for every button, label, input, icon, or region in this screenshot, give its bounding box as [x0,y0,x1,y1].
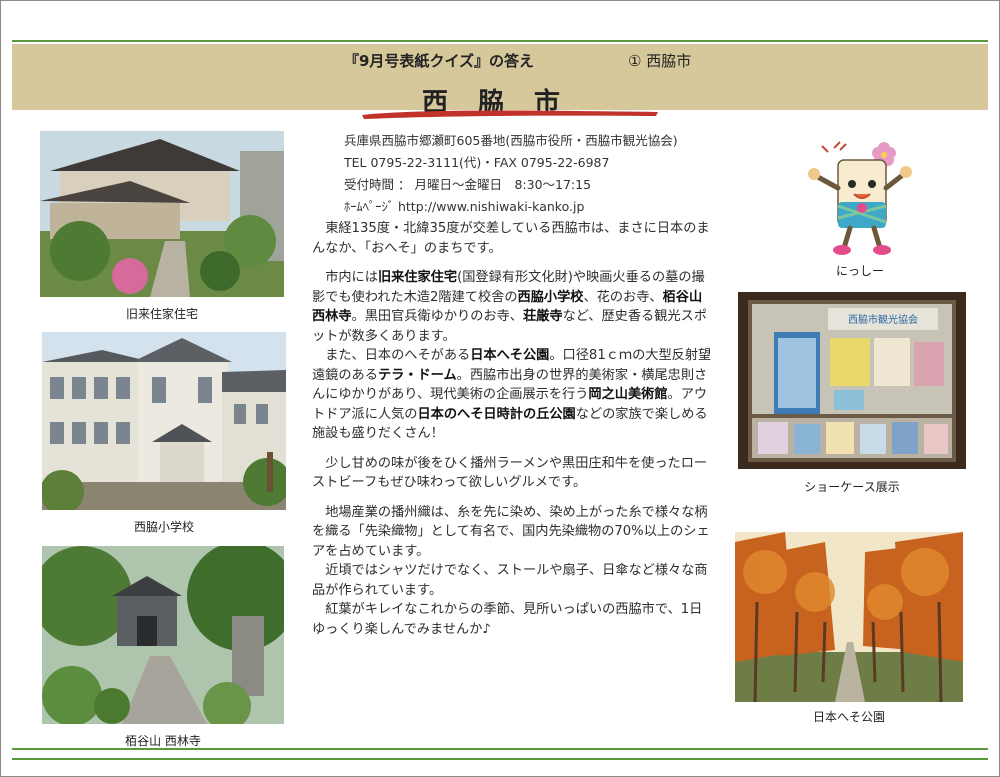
highlighted-term: 荘厳寺 [523,309,563,324]
brush-underline [362,110,658,119]
school-caption: 西脇小学校 [133,520,194,534]
address-line: 兵庫県西脇市郷瀬町605番地(西脇市役所・西脇市観光協会) [344,133,678,148]
paragraph-text: 市内には [325,270,378,285]
top-rule [12,40,988,42]
house-caption: 旧来住家住宅 [125,307,198,321]
temple-caption: 栢谷山 西林寺 [125,734,201,748]
paragraph-text: また、日本のへそがある [325,348,471,363]
paragraph-text: 。黒田官兵衛ゆかりのお寺、 [351,309,523,324]
paragraph-text: 東経135度・北緯35度が交差している西脇市は、まさに日本のまんなか、「おへそ」… [312,221,710,256]
article-paragraph: 少し甘めの味が後をひく播州ラーメンや黒田庄和牛を使ったローストビーフもぜひ味わっ… [312,454,712,493]
highlighted-term: テラ・ドーム [377,367,457,383]
park-photo [735,532,963,702]
mascot-caption: にっしー [835,264,884,278]
paragraph-text: 、花のお寺、 [583,289,663,305]
article-paragraph: 市内には旧来住家住宅(国登録有形文化財)や映画火垂るの墓の撮影でも使われた木造2… [312,268,712,346]
paragraph-text: 近頃ではシャツだけでなく、ストールや扇子、日傘など様々な商品が作られています。 [312,563,708,598]
article-paragraph: 地場産業の播州織は、糸を先に染め、染め上がった糸で様々な柄を織る「先染織物」とし… [312,503,712,562]
homepage-line: ﾎｰﾑﾍﾟｰｼﾞ http://www.nishiwaki-kanko.jp [344,199,585,214]
park-caption: 日本へそ公園 [812,710,885,724]
bottom-rule-2 [12,758,988,760]
article-body: 東経135度・北緯35度が交差している西脇市は、まさに日本のまんなか、「おへそ」… [312,219,712,649]
article-paragraph: 紅葉がキレイなこれからの季節、見所いっぱいの西脇市で、1日ゆっくり楽しんでみませ… [312,600,712,639]
temple-photo [42,546,284,724]
tel-line: TEL 0795-22-3111(代)・FAX 0795-22-6987 [344,155,610,170]
hours-line: 受付時間 ： 月曜日～金曜日 8:30～17:15 [344,177,592,192]
highlighted-term: 岡之山美術館 [588,387,668,402]
highlighted-term: 日本へそ公園 [470,348,550,363]
paragraph-text: 紅葉がキレイなこれからの季節、見所いっぱいの西脇市で、1日ゆっくり楽しんでみませ… [312,602,703,637]
school-photo [42,332,286,510]
highlighted-term: 西脇小学校 [517,289,584,305]
bottom-rule-1 [12,748,988,750]
highlighted-term: 旧来住家住宅 [377,270,458,285]
showcase-caption: ショーケース展示 [804,480,900,494]
quiz-answer: ① 西脇市 [628,52,692,70]
article-paragraph: 東経135度・北緯35度が交差している西脇市は、まさに日本のまんなか、「おへそ」… [312,219,712,258]
highlighted-term: 日本のへそ日時計の丘公園 [417,406,576,422]
showcase-photo: 西脇市観光協会 [738,292,966,469]
paragraph-text: 少し甘めの味が後をひく播州ラーメンや黒田庄和牛を使ったローストビーフもぜひ味わっ… [312,455,708,491]
article-paragraph: また、日本のへそがある日本へそ公園。口径81ｃｍの大型反射望遠鏡のあるテラ・ドー… [312,346,712,444]
quiz-title: 『9月号表紙クイズ』の答え [344,52,534,70]
mascot-image [800,140,920,258]
article-paragraph: 近頃ではシャツだけでなく、ストールや扇子、日傘など様々な商品が作られています。 [312,561,712,600]
showcase-sign: 西脇市観光協会 [848,313,918,326]
house-photo [40,131,284,297]
paragraph-text: 地場産業の播州織は、糸を先に染め、染め上がった糸で様々な柄を織る「先染織物」とし… [312,504,710,559]
